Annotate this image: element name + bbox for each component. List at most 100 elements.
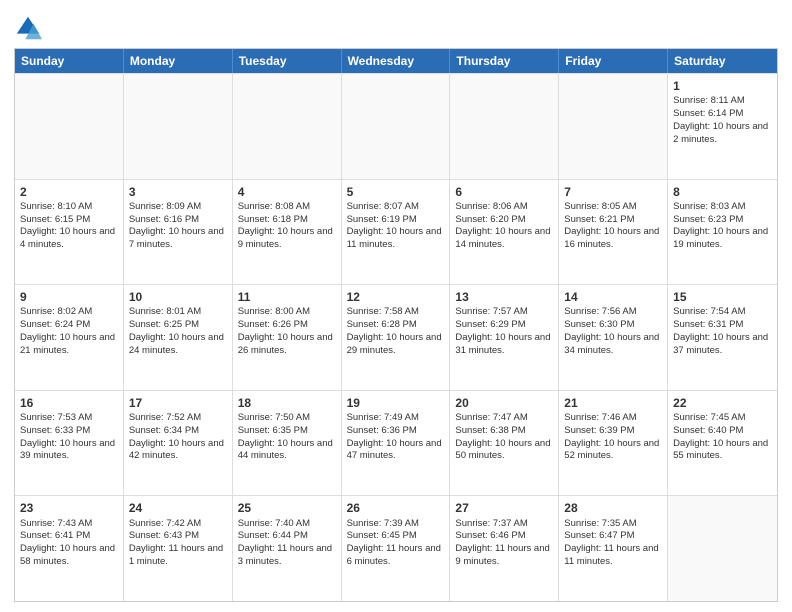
day-number: 12 — [347, 289, 445, 305]
day-number: 8 — [673, 184, 772, 200]
day-number: 5 — [347, 184, 445, 200]
logo-icon — [14, 14, 42, 42]
day-number: 25 — [238, 500, 336, 516]
day-info: Sunrise: 8:11 AM Sunset: 6:14 PM Dayligh… — [673, 95, 768, 144]
cal-cell: 13Sunrise: 7:57 AM Sunset: 6:29 PM Dayli… — [450, 285, 559, 390]
day-number: 10 — [129, 289, 227, 305]
cal-cell: 9Sunrise: 8:02 AM Sunset: 6:24 PM Daylig… — [15, 285, 124, 390]
cal-cell: 20Sunrise: 7:47 AM Sunset: 6:38 PM Dayli… — [450, 391, 559, 496]
day-info: Sunrise: 8:07 AM Sunset: 6:19 PM Dayligh… — [347, 201, 442, 250]
day-info: Sunrise: 8:10 AM Sunset: 6:15 PM Dayligh… — [20, 201, 115, 250]
day-info: Sunrise: 8:06 AM Sunset: 6:20 PM Dayligh… — [455, 201, 550, 250]
day-number: 6 — [455, 184, 553, 200]
cal-cell: 26 Sunrise: 7:39 AM Sunset: 6:45 PM Dayli… — [342, 496, 451, 601]
day-number: 28 — [564, 500, 662, 516]
cal-cell: 5Sunrise: 8:07 AM Sunset: 6:19 PM Daylig… — [342, 180, 451, 285]
day-number: 22 — [673, 395, 772, 411]
cal-cell: 28 Sunrise: 7:35 AM Sunset: 6:47 PM Dayli… — [559, 496, 668, 601]
day-info: Sunrise: 7:40 AM Sunset: 6:44 PM Dayligh… — [238, 518, 332, 567]
day-info: Sunrise: 7:43 AM Sunset: 6:41 PM Dayligh… — [20, 518, 115, 567]
cal-cell: 15Sunrise: 7:54 AM Sunset: 6:31 PM Dayli… — [668, 285, 777, 390]
day-info: Sunrise: 7:39 AM Sunset: 6:45 PM Dayligh… — [347, 518, 441, 567]
cal-header-day: Monday — [124, 49, 233, 73]
calendar-body: 1Sunrise: 8:11 AM Sunset: 6:14 PM Daylig… — [15, 73, 777, 601]
cal-header-day: Tuesday — [233, 49, 342, 73]
day-number: 19 — [347, 395, 445, 411]
day-number: 18 — [238, 395, 336, 411]
cal-cell: 6Sunrise: 8:06 AM Sunset: 6:20 PM Daylig… — [450, 180, 559, 285]
day-info: Sunrise: 7:52 AM Sunset: 6:34 PM Dayligh… — [129, 412, 224, 461]
cal-week-row: 16Sunrise: 7:53 AM Sunset: 6:33 PM Dayli… — [15, 390, 777, 496]
day-number: 7 — [564, 184, 662, 200]
cal-cell: 23Sunrise: 7:43 AM Sunset: 6:41 PM Dayli… — [15, 496, 124, 601]
cal-cell: 2Sunrise: 8:10 AM Sunset: 6:15 PM Daylig… — [15, 180, 124, 285]
cal-cell: 19Sunrise: 7:49 AM Sunset: 6:36 PM Dayli… — [342, 391, 451, 496]
cal-week-row: 2Sunrise: 8:10 AM Sunset: 6:15 PM Daylig… — [15, 179, 777, 285]
cal-header-day: Wednesday — [342, 49, 451, 73]
calendar-header: SundayMondayTuesdayWednesdayThursdayFrid… — [15, 49, 777, 73]
day-info: Sunrise: 7:56 AM Sunset: 6:30 PM Dayligh… — [564, 306, 659, 355]
day-number: 21 — [564, 395, 662, 411]
cal-cell: 14Sunrise: 7:56 AM Sunset: 6:30 PM Dayli… — [559, 285, 668, 390]
cal-week-row: 23Sunrise: 7:43 AM Sunset: 6:41 PM Dayli… — [15, 495, 777, 601]
day-info: Sunrise: 7:47 AM Sunset: 6:38 PM Dayligh… — [455, 412, 550, 461]
calendar: SundayMondayTuesdayWednesdayThursdayFrid… — [14, 48, 778, 602]
cal-cell: 24 Sunrise: 7:42 AM Sunset: 6:43 PM Dayli… — [124, 496, 233, 601]
day-info: Sunrise: 8:02 AM Sunset: 6:24 PM Dayligh… — [20, 306, 115, 355]
day-info: Sunrise: 8:03 AM Sunset: 6:23 PM Dayligh… — [673, 201, 768, 250]
day-info: Sunrise: 7:37 AM Sunset: 6:46 PM Dayligh… — [455, 518, 549, 567]
day-number: 1 — [673, 78, 772, 94]
cal-cell — [342, 74, 451, 179]
cal-week-row: 1Sunrise: 8:11 AM Sunset: 6:14 PM Daylig… — [15, 73, 777, 179]
day-info: Sunrise: 7:42 AM Sunset: 6:43 PM Dayligh… — [129, 518, 223, 567]
cal-cell: 10Sunrise: 8:01 AM Sunset: 6:25 PM Dayli… — [124, 285, 233, 390]
cal-cell — [15, 74, 124, 179]
cal-cell: 1Sunrise: 8:11 AM Sunset: 6:14 PM Daylig… — [668, 74, 777, 179]
cal-cell — [124, 74, 233, 179]
cal-cell: 16Sunrise: 7:53 AM Sunset: 6:33 PM Dayli… — [15, 391, 124, 496]
day-info: Sunrise: 7:45 AM Sunset: 6:40 PM Dayligh… — [673, 412, 768, 461]
day-info: Sunrise: 7:49 AM Sunset: 6:36 PM Dayligh… — [347, 412, 442, 461]
day-number: 20 — [455, 395, 553, 411]
day-info: Sunrise: 7:46 AM Sunset: 6:39 PM Dayligh… — [564, 412, 659, 461]
day-number: 16 — [20, 395, 118, 411]
cal-cell — [668, 496, 777, 601]
logo — [14, 14, 46, 42]
cal-cell: 11Sunrise: 8:00 AM Sunset: 6:26 PM Dayli… — [233, 285, 342, 390]
day-number: 11 — [238, 289, 336, 305]
day-number: 4 — [238, 184, 336, 200]
cal-cell: 17Sunrise: 7:52 AM Sunset: 6:34 PM Dayli… — [124, 391, 233, 496]
cal-cell: 25 Sunrise: 7:40 AM Sunset: 6:44 PM Dayli… — [233, 496, 342, 601]
cal-header-day: Sunday — [15, 49, 124, 73]
day-info: Sunrise: 7:58 AM Sunset: 6:28 PM Dayligh… — [347, 306, 442, 355]
day-info: Sunrise: 8:01 AM Sunset: 6:25 PM Dayligh… — [129, 306, 224, 355]
day-info: Sunrise: 8:09 AM Sunset: 6:16 PM Dayligh… — [129, 201, 224, 250]
day-info: Sunrise: 8:00 AM Sunset: 6:26 PM Dayligh… — [238, 306, 333, 355]
cal-cell — [233, 74, 342, 179]
cal-cell: 21Sunrise: 7:46 AM Sunset: 6:39 PM Dayli… — [559, 391, 668, 496]
cal-cell — [559, 74, 668, 179]
day-number: 14 — [564, 289, 662, 305]
day-number: 3 — [129, 184, 227, 200]
cal-cell: 7Sunrise: 8:05 AM Sunset: 6:21 PM Daylig… — [559, 180, 668, 285]
day-number: 17 — [129, 395, 227, 411]
day-number: 27 — [455, 500, 553, 516]
cal-cell: 4Sunrise: 8:08 AM Sunset: 6:18 PM Daylig… — [233, 180, 342, 285]
day-number: 2 — [20, 184, 118, 200]
cal-week-row: 9Sunrise: 8:02 AM Sunset: 6:24 PM Daylig… — [15, 284, 777, 390]
cal-cell: 3Sunrise: 8:09 AM Sunset: 6:16 PM Daylig… — [124, 180, 233, 285]
cal-cell — [450, 74, 559, 179]
cal-cell: 8Sunrise: 8:03 AM Sunset: 6:23 PM Daylig… — [668, 180, 777, 285]
cal-cell: 22Sunrise: 7:45 AM Sunset: 6:40 PM Dayli… — [668, 391, 777, 496]
day-info: Sunrise: 7:35 AM Sunset: 6:47 PM Dayligh… — [564, 518, 658, 567]
day-info: Sunrise: 7:53 AM Sunset: 6:33 PM Dayligh… — [20, 412, 115, 461]
cal-cell: 12Sunrise: 7:58 AM Sunset: 6:28 PM Dayli… — [342, 285, 451, 390]
cal-header-day: Saturday — [668, 49, 777, 73]
cal-header-day: Friday — [559, 49, 668, 73]
day-number: 26 — [347, 500, 445, 516]
cal-cell: 27 Sunrise: 7:37 AM Sunset: 6:46 PM Dayli… — [450, 496, 559, 601]
day-info: Sunrise: 7:57 AM Sunset: 6:29 PM Dayligh… — [455, 306, 550, 355]
page: SundayMondayTuesdayWednesdayThursdayFrid… — [0, 0, 792, 612]
day-number: 24 — [129, 500, 227, 516]
cal-header-day: Thursday — [450, 49, 559, 73]
